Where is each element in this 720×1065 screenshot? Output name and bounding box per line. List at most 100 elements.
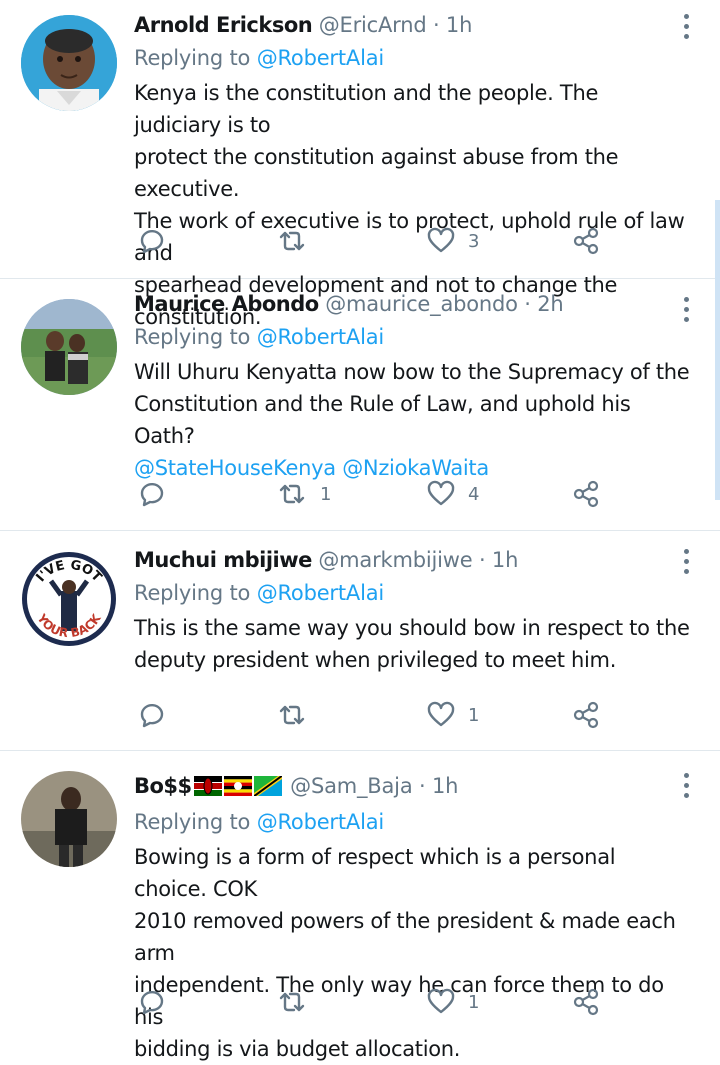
tweet-text-line: Will Uhuru Kenyatta now bow to the Supre… (134, 360, 690, 384)
retweet-icon (279, 705, 305, 725)
share-icon (573, 988, 599, 1016)
separator: · (432, 13, 440, 37)
user-handle[interactable]: @Sam_Baja (290, 774, 413, 798)
reply-icon (140, 229, 164, 254)
retweet-button[interactable] (276, 226, 320, 256)
replying-to: Replying to @RobertAlai (134, 322, 690, 352)
retweet-icon (279, 231, 305, 251)
display-name[interactable]: Bo$$ (134, 774, 192, 798)
heart-icon (427, 988, 455, 1014)
tweet-text: Will Uhuru Kenyatta now bow to the Supre… (134, 356, 690, 484)
flag-emojis (193, 775, 284, 803)
tweet-actions: 1 (134, 987, 614, 1017)
tweet-text-line: deputy president when privileged to meet… (134, 648, 617, 672)
display-name[interactable]: Maurice Abondo (134, 292, 319, 316)
replying-prefix: Replying to (134, 325, 251, 349)
timestamp[interactable]: 1h (446, 13, 472, 37)
reply-icon (140, 990, 164, 1015)
reply-button[interactable] (136, 226, 166, 256)
reply-button[interactable] (136, 700, 166, 730)
display-name[interactable]: Muchui mbijiwe (134, 548, 312, 572)
tanzania-flag-icon (253, 776, 282, 796)
heart-icon (427, 480, 455, 506)
avatar[interactable] (21, 771, 117, 867)
share-button[interactable] (571, 226, 601, 256)
like-button[interactable]: 1 (426, 700, 479, 730)
reply-button[interactable] (136, 987, 166, 1017)
avatar[interactable]: I'VE GOT YOUR BACK (21, 551, 117, 647)
separator: · (478, 548, 486, 572)
reply-icon (140, 482, 164, 507)
user-handle[interactable]: @maurice_abondo (325, 292, 518, 316)
tweet-text-line: bidding is via budget allocation. (134, 1037, 461, 1061)
like-button[interactable]: 4 (426, 479, 479, 509)
tweet-text-line: Constitution and the Rule of Law, and up… (134, 392, 631, 448)
display-name[interactable]: Arnold Erickson (134, 13, 313, 37)
share-button[interactable] (571, 987, 601, 1017)
share-icon (573, 227, 599, 255)
uganda-flag-icon (223, 776, 252, 796)
tweet-text-line: protect the constitution against abuse f… (134, 145, 619, 201)
like-count: 1 (468, 704, 480, 726)
share-button[interactable] (571, 700, 601, 730)
heart-icon (427, 701, 455, 727)
tweet-text-line: Kenya is the constitution and the people… (134, 81, 599, 137)
avatar[interactable] (21, 15, 117, 111)
tweet-actions: 3 (134, 226, 614, 256)
reply-mention-link[interactable]: @RobertAlai (257, 581, 385, 605)
tweet-text: Bowing is a form of respect which is a p… (134, 841, 690, 1065)
tweet-header: Muchui mbijiwe @markmbijiwe · 1h (134, 546, 690, 574)
like-count: 3 (468, 230, 480, 252)
retweet-icon (279, 484, 305, 504)
retweet-count: 1 (320, 483, 332, 505)
reply-mention-link[interactable]: @RobertAlai (257, 810, 385, 834)
timestamp[interactable]: 1h (492, 548, 518, 572)
separator: · (418, 774, 426, 798)
more-options-icon[interactable] (680, 773, 692, 799)
tweet-text: This is the same way you should bow in r… (134, 612, 690, 676)
tweet[interactable]: Maurice Abondo @maurice_abondo · 2h Repl… (0, 279, 720, 531)
like-button[interactable]: 1 (426, 987, 479, 1017)
scrollbar[interactable] (715, 200, 720, 500)
tweet[interactable]: Bo$$ @Sam_Baja · 1h Replying to @RobertA… (0, 751, 720, 1061)
retweet-button[interactable]: 1 (276, 479, 331, 509)
tweet-text-line: 2010 removed powers of the president & m… (134, 909, 676, 965)
replying-to: Replying to @RobertAlai (134, 807, 690, 837)
reply-mention-link[interactable]: @RobertAlai (257, 325, 385, 349)
tweet[interactable]: Arnold Erickson @EricArnd · 1h Replying … (0, 0, 720, 329)
replying-to: Replying to @RobertAlai (134, 578, 690, 608)
timestamp[interactable]: 1h (432, 774, 458, 798)
replying-prefix: Replying to (134, 46, 251, 70)
avatar[interactable] (21, 299, 117, 395)
timestamp[interactable]: 2h (537, 292, 563, 316)
tweet-header: Bo$$ @Sam_Baja · 1h (134, 772, 690, 803)
tweet-actions: 1 4 (134, 479, 614, 509)
retweet-button[interactable] (276, 987, 320, 1017)
tweet-header: Arnold Erickson @EricArnd · 1h (134, 11, 690, 39)
user-handle[interactable]: @markmbijiwe (318, 548, 472, 572)
replying-prefix: Replying to (134, 810, 251, 834)
retweet-icon (279, 992, 305, 1012)
heart-icon (427, 227, 455, 253)
like-count: 1 (468, 991, 480, 1013)
like-button[interactable]: 3 (426, 226, 479, 256)
user-handle[interactable]: @EricArnd (319, 13, 427, 37)
replying-prefix: Replying to (134, 581, 251, 605)
more-options-icon[interactable] (680, 14, 692, 40)
tweet[interactable]: I'VE GOT YOUR BACK Muchui mbijiwe @markm… (0, 531, 720, 751)
tweet-header: Maurice Abondo @maurice_abondo · 2h (134, 290, 690, 318)
more-options-icon[interactable] (680, 549, 692, 575)
tweet-actions: 1 (134, 700, 614, 730)
reply-mention-link[interactable]: @RobertAlai (257, 46, 385, 70)
more-options-icon[interactable] (680, 297, 692, 323)
tweet-text-line: Bowing is a form of respect which is a p… (134, 845, 616, 901)
reply-button[interactable] (136, 479, 166, 509)
share-button[interactable] (571, 479, 601, 509)
retweet-button[interactable] (276, 700, 320, 730)
replying-to: Replying to @RobertAlai (134, 43, 690, 73)
kenya-flag-icon (193, 776, 222, 796)
like-count: 4 (468, 483, 480, 505)
separator: · (524, 292, 531, 316)
tweet-text-line: This is the same way you should bow in r… (134, 616, 690, 640)
reply-icon (140, 703, 164, 728)
